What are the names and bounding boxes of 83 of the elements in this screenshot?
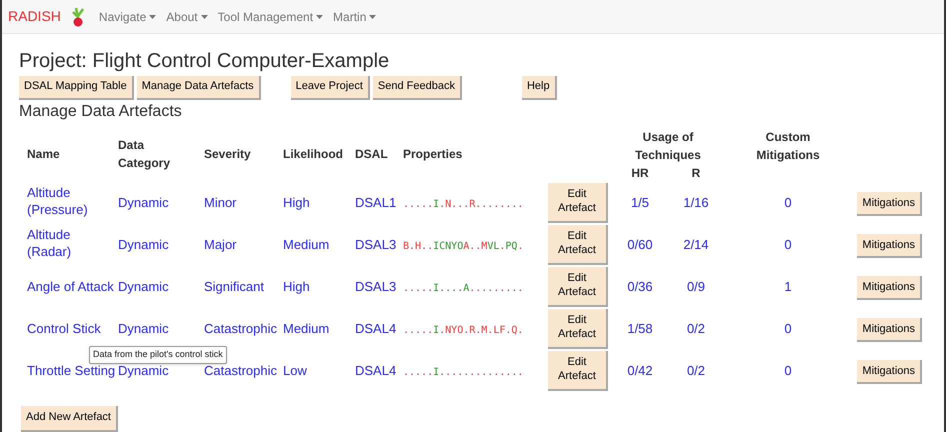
project-title: Project: Flight Control Computer-Example <box>19 49 390 74</box>
table-cell: Dynamic <box>118 279 169 294</box>
mitigations-button[interactable]: Mitigations <box>857 234 922 258</box>
properties-code: .....I.N...R........ <box>403 199 524 210</box>
properties-code: .....I.NYO.R.M.LF.Q. <box>403 325 524 336</box>
table-cell: 0 <box>784 321 792 336</box>
table-cell: 0/36 <box>627 279 653 294</box>
table-cell: Low <box>283 363 307 378</box>
tooltip: Data from the pilot's control stick <box>89 346 227 364</box>
artefact-link[interactable]: Altitude (Radar) <box>27 226 117 260</box>
table-cell: Catastrophic <box>204 321 277 336</box>
table-cell: Dynamic <box>118 321 169 336</box>
caret-icon <box>200 14 208 18</box>
edit-artefact-button[interactable]: Edit Artefact <box>548 309 608 349</box>
table-cell: Dynamic <box>118 195 169 210</box>
artefact-link[interactable]: Throttle Setting <box>27 362 117 379</box>
table-cell: 0 <box>784 195 792 210</box>
table-cell: 1/16 <box>683 195 709 210</box>
table-cell: DSAL3 <box>355 279 396 294</box>
edit-artefact-button[interactable]: Edit Artefact <box>548 225 608 265</box>
table-cell: 1 <box>784 279 792 294</box>
toolbar-button[interactable]: Leave Project <box>290 76 370 100</box>
properties-code: .....I.............. <box>403 367 524 378</box>
table-cell: 0/2 <box>686 321 706 336</box>
table-cell: Minor <box>204 195 237 210</box>
mitigations-button[interactable]: Mitigations <box>857 360 922 384</box>
nav-menu[interactable]: About <box>166 8 208 26</box>
table-cell: 0/2 <box>686 363 706 378</box>
table-cell: 0/42 <box>627 363 653 378</box>
table-cell: 0 <box>784 237 792 252</box>
toolbar-button[interactable]: Send Feedback <box>372 76 462 100</box>
edit-artefact-button[interactable]: Edit Artefact <box>548 183 608 223</box>
section-title: Manage Data Artefacts <box>19 102 183 122</box>
table-cell: 1/58 <box>627 321 653 336</box>
table-cell: 2/14 <box>683 237 709 252</box>
table-cell: Catastrophic <box>204 363 277 378</box>
artefact-link[interactable]: Angle of Attack <box>27 278 117 295</box>
column-header: DSAL <box>355 147 388 161</box>
column-header: Properties <box>403 147 462 161</box>
caret-icon <box>149 14 156 18</box>
toolbar-button[interactable]: DSAL Mapping Table <box>19 76 134 100</box>
table-cell: High <box>283 195 310 210</box>
column-header: Severity <box>204 147 251 161</box>
column-header: R <box>692 165 700 182</box>
mitigations-button[interactable]: Mitigations <box>857 318 922 342</box>
column-header: Custom Mitigations <box>755 129 821 164</box>
column-header: Likelihood <box>283 147 343 161</box>
table-cell: Medium <box>283 237 330 252</box>
nav-menu[interactable]: Tool Management <box>218 8 324 26</box>
table-cell: DSAL4 <box>355 321 396 336</box>
table-cell: Medium <box>283 321 330 336</box>
table-cell: Major <box>204 237 237 252</box>
properties-code: B.H..ICNYOA..MVL.PQ. <box>403 241 524 252</box>
caret-icon <box>316 14 324 18</box>
toolbar-button[interactable]: Manage Data Artefacts <box>136 76 261 100</box>
table-cell: Dynamic <box>118 363 169 378</box>
table-cell: DSAL1 <box>355 195 396 210</box>
mitigations-button[interactable]: Mitigations <box>857 276 922 300</box>
artefact-link[interactable]: Control Stick <box>27 320 117 337</box>
table-cell: 1/5 <box>630 195 650 210</box>
caret-icon <box>369 14 376 18</box>
column-header: HR <box>631 165 649 182</box>
table-cell: Dynamic <box>118 237 169 252</box>
column-header: Usage of Techniques <box>634 129 702 164</box>
table-cell: 0/60 <box>627 237 653 252</box>
table-cell: High <box>283 279 310 294</box>
column-header: Data Category <box>118 137 172 172</box>
column-header: Name <box>27 147 60 161</box>
edit-artefact-button[interactable]: Edit Artefact <box>548 351 608 391</box>
edit-artefact-button[interactable]: Edit Artefact <box>548 267 608 307</box>
nav-menu[interactable]: Navigate <box>98 8 156 26</box>
mitigations-button[interactable]: Mitigations <box>857 192 922 216</box>
artefact-link[interactable]: Altitude (Pressure) <box>27 184 117 218</box>
toolbar-button[interactable]: Help <box>522 76 557 100</box>
properties-code: .....I....A......... <box>403 283 524 294</box>
table-cell: DSAL4 <box>355 363 396 378</box>
add-artefact-button[interactable]: Add New Artefact <box>21 406 118 432</box>
table-cell: 0 <box>784 363 792 378</box>
table-cell: 0/9 <box>686 279 706 294</box>
table-cell: Significant <box>204 279 264 294</box>
table-cell: DSAL3 <box>355 237 396 252</box>
nav-menu[interactable]: Martin <box>333 8 376 26</box>
radish-icon <box>70 6 85 28</box>
